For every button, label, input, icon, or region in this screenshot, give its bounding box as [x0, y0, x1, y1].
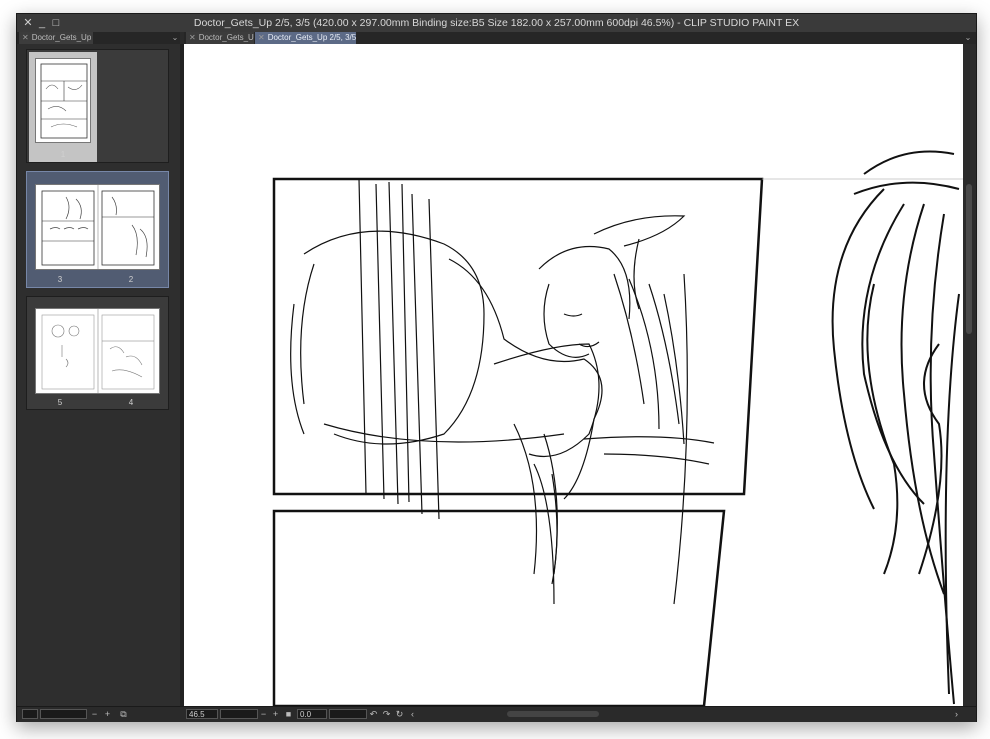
rotation-field[interactable]: 0.0: [297, 709, 327, 719]
close-tab-icon[interactable]: ✕: [22, 33, 29, 42]
scroll-right-icon[interactable]: ›: [951, 708, 962, 720]
page-number-label: 4: [128, 398, 134, 407]
page-thumbnail-3-2[interactable]: [35, 184, 160, 270]
tab-page-manager[interactable]: ✕ Doctor_Gets_Up: [19, 32, 93, 44]
tab-label: Doctor_Gets_Up 1/5: [198, 33, 254, 42]
tab-label: Doctor_Gets_Up 2/5, 3/5: [267, 33, 357, 42]
close-tab-icon[interactable]: ✕: [258, 33, 265, 42]
spread-4-5[interactable]: 5 4: [26, 296, 169, 410]
scroll-left-icon[interactable]: ‹: [407, 708, 418, 720]
thumbnail-sketch: [41, 309, 155, 393]
zoom-in-icon[interactable]: +: [270, 708, 281, 720]
window-title: Doctor_Gets_Up 2/5, 3/5 (420.00 x 297.00…: [193, 17, 800, 29]
document-tabbar: ✕Doctor_Gets_Up 1/5 ✕Doctor_Gets_Up 2/5,…: [184, 32, 976, 44]
page-settings-icon[interactable]: ⧉: [118, 708, 129, 720]
maximize-window-icon[interactable]: □: [49, 14, 63, 32]
reset-rotation-icon[interactable]: ↻: [394, 708, 405, 720]
rotate-right-icon[interactable]: ↷: [381, 708, 392, 720]
horizontal-scrollbar-thumb[interactable]: [507, 711, 599, 717]
rotation-slider[interactable]: [329, 709, 367, 719]
drawing-canvas[interactable]: [184, 44, 963, 706]
page-number-label: 2: [128, 275, 134, 284]
tab-page-2-3[interactable]: ✕ Doctor_Gets_Up 2/5, 3/5: [255, 32, 356, 44]
tab-label: Doctor_Gets_Up: [31, 33, 92, 42]
page-thumbnail-1[interactable]: [35, 58, 91, 143]
thumbnail-size-slider[interactable]: [40, 709, 87, 719]
thumbnail-sketch: [40, 63, 88, 139]
page-thumbnail-5-4[interactable]: [35, 308, 160, 394]
status-bar: − + ⧉ 46.5 − + ■ 0.0 ↶ ↷ ↻ ‹ ›: [17, 706, 976, 722]
page-manager-tabbar: ✕ Doctor_Gets_Up: [17, 32, 180, 44]
manga-sketch-artwork: [272, 150, 963, 706]
chevron-down-icon[interactable]: ⌄: [963, 32, 973, 44]
close-tab-icon[interactable]: ✕: [189, 33, 196, 42]
zoom-in-icon[interactable]: +: [102, 708, 113, 720]
tab-page-1[interactable]: ✕Doctor_Gets_Up 1/5: [186, 32, 254, 44]
vertical-scrollbar[interactable]: [963, 44, 976, 706]
rotate-left-icon[interactable]: ↶: [368, 708, 379, 720]
spread-1[interactable]: 1: [26, 49, 169, 163]
zoom-level-field[interactable]: 46.5: [186, 709, 218, 719]
zoom-out-icon[interactable]: −: [89, 708, 100, 720]
spread-2-3[interactable]: 3 2: [26, 171, 169, 288]
page-number-label: 5: [57, 398, 63, 407]
minimize-window-icon[interactable]: _: [35, 14, 49, 32]
scrollbar-thumb[interactable]: [966, 184, 972, 334]
zoom-out-icon[interactable]: −: [258, 708, 269, 720]
page-number-label: 1: [60, 150, 66, 159]
thumbnail-sketch: [41, 185, 155, 269]
zoom-slider[interactable]: [220, 709, 258, 719]
thumbnail-size-field[interactable]: [22, 709, 38, 719]
fit-view-icon[interactable]: ■: [283, 708, 294, 720]
app-window: Doctor_Gets_Up 2/5, 3/5 (420.00 x 297.00…: [16, 13, 977, 722]
chevron-down-icon[interactable]: ⌄: [170, 32, 180, 44]
title-bar: Doctor_Gets_Up 2/5, 3/5 (420.00 x 297.00…: [17, 14, 976, 32]
page-number-label: 3: [57, 275, 63, 284]
page-manager-panel: 1 3 2 5 4: [17, 44, 180, 706]
close-window-icon[interactable]: ✕: [21, 14, 35, 32]
